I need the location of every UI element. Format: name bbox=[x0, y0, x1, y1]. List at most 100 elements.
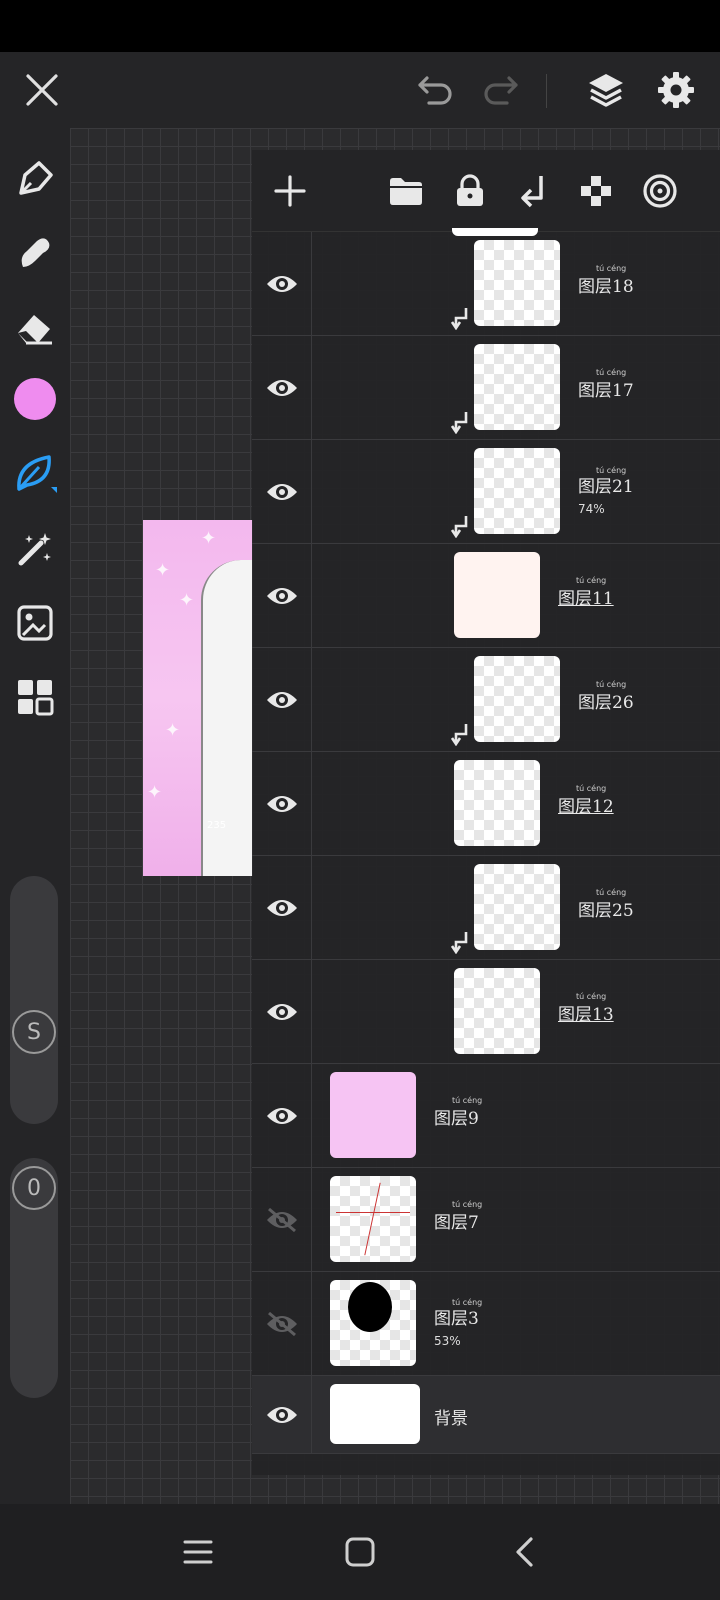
visibility-toggle[interactable] bbox=[252, 1376, 312, 1454]
visibility-toggle[interactable] bbox=[252, 1272, 312, 1376]
pen-icon bbox=[19, 161, 53, 195]
eraser-tool-button[interactable] bbox=[10, 302, 60, 352]
brush-select-button[interactable] bbox=[10, 448, 60, 498]
visibility-toggle[interactable] bbox=[252, 856, 312, 960]
layer-name[interactable]: 图层18 bbox=[578, 272, 634, 297]
back-button[interactable] bbox=[496, 1524, 552, 1580]
clipping-arrow-icon bbox=[450, 514, 470, 539]
close-button[interactable] bbox=[18, 66, 66, 114]
add-folder-button[interactable] bbox=[382, 167, 430, 215]
layer-row[interactable]: tú céng 图层12 bbox=[252, 752, 720, 856]
eye-icon bbox=[266, 692, 297, 708]
layer-row[interactable]: tú céng 图层3 53% bbox=[252, 1272, 720, 1376]
layer-name[interactable]: 图层21 bbox=[578, 472, 634, 497]
visibility-toggle[interactable] bbox=[252, 232, 312, 336]
layer-name[interactable]: 图层25 bbox=[578, 896, 634, 921]
image-adjust-button[interactable] bbox=[10, 598, 60, 648]
visibility-toggle[interactable] bbox=[252, 1168, 312, 1272]
layer-row[interactable]: tú céng 图层9 bbox=[252, 1064, 720, 1168]
layer-thumbnail[interactable] bbox=[330, 1072, 416, 1158]
eye-icon bbox=[266, 1108, 297, 1124]
clipping-button[interactable] bbox=[510, 167, 558, 215]
silhouette-shape bbox=[348, 1282, 392, 1332]
close-icon bbox=[26, 74, 58, 106]
layer-row[interactable]: tú céng 图层13 bbox=[252, 960, 720, 1064]
lock-layer-button[interactable] bbox=[446, 167, 494, 215]
layer-thumbnail[interactable] bbox=[454, 760, 540, 846]
eye-off-icon bbox=[266, 1311, 297, 1337]
clipping-arrow-icon bbox=[450, 306, 470, 331]
checkerboard-icon bbox=[581, 176, 611, 206]
layer-thumbnail[interactable] bbox=[474, 864, 560, 950]
eye-icon bbox=[266, 796, 297, 812]
visibility-toggle[interactable] bbox=[252, 960, 312, 1064]
layer-name[interactable]: 图层9 bbox=[434, 1104, 479, 1129]
layer-row[interactable]: tú céng 图层25 bbox=[252, 856, 720, 960]
eye-icon bbox=[266, 900, 297, 916]
lock-icon bbox=[457, 174, 483, 206]
layer-thumbnail[interactable] bbox=[330, 1280, 416, 1366]
eye-icon bbox=[266, 588, 297, 604]
alpha-lock-button[interactable] bbox=[572, 167, 620, 215]
layer-row[interactable]: 背景 bbox=[252, 1376, 720, 1454]
sparkle-icon: ✦ bbox=[147, 782, 163, 803]
layer-thumbnail[interactable] bbox=[330, 1384, 420, 1444]
recent-apps-button[interactable] bbox=[170, 1524, 226, 1580]
layer-thumbnail[interactable] bbox=[474, 656, 560, 742]
image-adjust-icon bbox=[17, 605, 53, 641]
folder-icon bbox=[390, 178, 422, 205]
color-picker-button[interactable] bbox=[10, 374, 60, 424]
visibility-toggle[interactable] bbox=[252, 1064, 312, 1168]
redo-button[interactable] bbox=[476, 66, 524, 114]
canvas-artwork[interactable]: ✦ ✦ ✦ ✦ ✦ ✦ 235 bbox=[143, 520, 253, 876]
left-toolbar: S 0 bbox=[0, 128, 70, 1504]
layer-name[interactable]: 图层17 bbox=[578, 376, 634, 401]
chevron-left-icon bbox=[516, 1537, 533, 1567]
layer-row[interactable]: tú céng 图层11 bbox=[252, 544, 720, 648]
layer-thumbnail[interactable] bbox=[454, 968, 540, 1054]
visibility-toggle[interactable] bbox=[252, 544, 312, 648]
layer-thumbnail[interactable] bbox=[330, 1176, 416, 1262]
magic-wand-icon bbox=[18, 533, 51, 566]
visibility-toggle[interactable] bbox=[252, 648, 312, 752]
layer-row[interactable]: tú céng 图层26 bbox=[252, 648, 720, 752]
brush-opacity-slider[interactable]: 0 bbox=[10, 1158, 58, 1398]
brush-size-slider[interactable]: S bbox=[10, 876, 58, 1124]
layer-row[interactable]: tú céng 图层7 bbox=[252, 1168, 720, 1272]
settings-button[interactable] bbox=[652, 66, 700, 114]
layer-thumbnail[interactable] bbox=[474, 240, 560, 326]
layer-effects-button[interactable] bbox=[636, 167, 684, 215]
guide-line bbox=[364, 1182, 381, 1256]
gallery-layout-button[interactable] bbox=[10, 672, 60, 722]
layer-opacity: 53% bbox=[434, 1334, 461, 1348]
layer-name[interactable]: 背景 bbox=[434, 1404, 468, 1429]
undo-button[interactable] bbox=[412, 66, 460, 114]
layer-name[interactable]: 图层11 bbox=[558, 584, 614, 609]
layer-thumbnail[interactable] bbox=[474, 344, 560, 430]
eye-icon bbox=[266, 1407, 297, 1423]
add-layer-button[interactable] bbox=[266, 167, 314, 215]
layer-name[interactable]: 图层13 bbox=[558, 1000, 614, 1025]
pen-tool-button[interactable] bbox=[10, 154, 60, 204]
magic-wand-button[interactable] bbox=[10, 524, 60, 574]
layer-thumbnail[interactable] bbox=[474, 448, 560, 534]
layer-name[interactable]: 图层26 bbox=[578, 688, 634, 713]
home-button[interactable] bbox=[332, 1524, 388, 1580]
size-slider-knob[interactable]: S bbox=[12, 1010, 56, 1054]
eye-icon bbox=[266, 276, 297, 292]
visibility-toggle[interactable] bbox=[252, 752, 312, 856]
layer-name[interactable]: 图层3 bbox=[434, 1304, 479, 1329]
top-bar bbox=[0, 52, 720, 128]
layer-thumbnail[interactable] bbox=[454, 552, 540, 638]
layer-row[interactable]: tú céng 图层18 bbox=[252, 232, 720, 336]
layer-name[interactable]: 图层7 bbox=[434, 1208, 479, 1233]
clipping-arrow-icon bbox=[450, 722, 470, 747]
smudge-tool-button[interactable] bbox=[10, 228, 60, 278]
layer-name[interactable]: 图层12 bbox=[558, 792, 614, 817]
layer-row[interactable]: tú céng 图层17 bbox=[252, 336, 720, 440]
layers-button[interactable] bbox=[582, 66, 630, 114]
opacity-slider-knob[interactable]: 0 bbox=[12, 1166, 56, 1210]
visibility-toggle[interactable] bbox=[252, 440, 312, 544]
layer-row[interactable]: tú céng 图层21 74% bbox=[252, 440, 720, 544]
visibility-toggle[interactable] bbox=[252, 336, 312, 440]
